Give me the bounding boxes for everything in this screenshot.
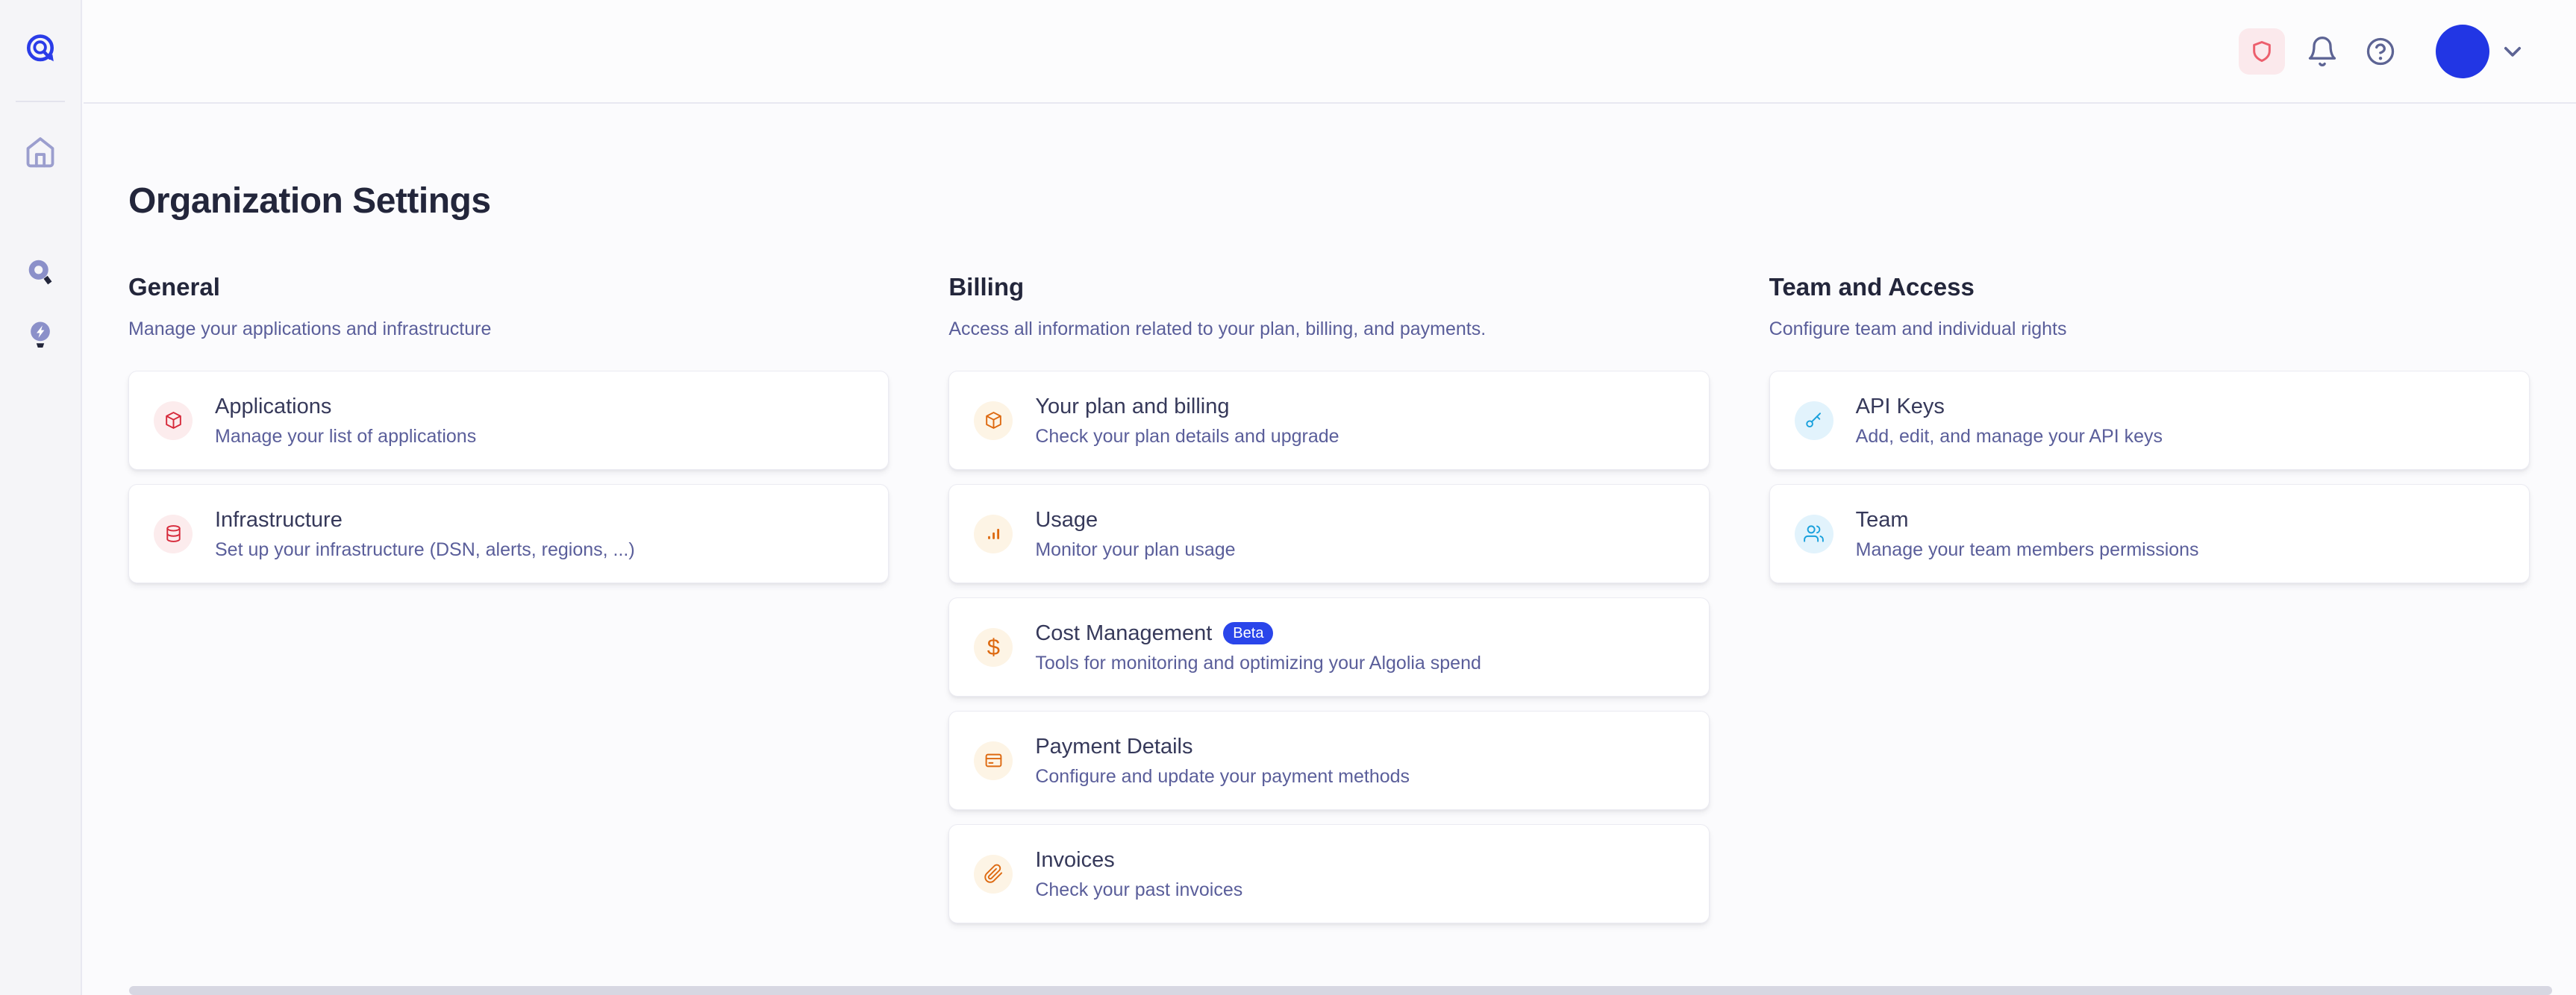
card-title: Team [1856, 506, 1909, 533]
card-subtitle: Monitor your plan usage [1035, 538, 1235, 562]
search-icon[interactable] [23, 256, 57, 290]
shield-icon [2249, 39, 2275, 64]
beta-badge: Beta [1223, 622, 1273, 644]
security-shield-button[interactable] [2239, 28, 2285, 75]
card-subtitle: Check your past invoices [1035, 878, 1242, 902]
user-avatar[interactable] [2436, 25, 2489, 78]
card-subtitle: Configure and update your payment method… [1035, 765, 1410, 788]
section-subtitle: Manage your applications and infrastruct… [128, 317, 889, 341]
team-icon [1795, 515, 1833, 553]
section-subtitle: Configure team and individual rights [1769, 317, 2530, 341]
card-cost-management[interactable]: $ Cost Management Beta Tools for monitor… [948, 597, 1709, 697]
sidebar-divider [16, 101, 65, 102]
notifications-button[interactable] [2306, 35, 2339, 68]
card-subtitle: Add, edit, and manage your API keys [1856, 424, 2163, 448]
home-icon[interactable] [23, 135, 57, 169]
page-title: Organization Settings [128, 181, 2530, 222]
card-subtitle: Set up your infrastructure (DSN, alerts,… [215, 538, 635, 562]
card-payment-details[interactable]: Payment Details Configure and update you… [948, 711, 1709, 810]
database-icon [154, 515, 193, 553]
credit-card-icon [974, 741, 1013, 780]
card-usage[interactable]: Usage Monitor your plan usage [948, 484, 1709, 583]
section-general: General Manage your applications and inf… [128, 272, 889, 583]
card-title: Cost Management [1035, 620, 1212, 647]
section-cards: API Keys Add, edit, and manage your API … [1769, 371, 2530, 583]
section-title: Billing [948, 272, 1709, 302]
section-title: General [128, 272, 889, 302]
section-cards: Applications Manage your list of applica… [128, 371, 889, 583]
bar-chart-icon [974, 515, 1013, 553]
card-subtitle: Manage your list of applications [215, 424, 476, 448]
card-title: Payment Details [1035, 733, 1192, 760]
main-content: Organization Settings General Manage you… [84, 104, 2576, 995]
help-button[interactable] [2364, 35, 2397, 68]
card-title: API Keys [1856, 393, 1945, 420]
cube-icon [974, 401, 1013, 440]
section-team-and-access: Team and Access Configure team and indiv… [1769, 272, 2530, 583]
card-api-keys[interactable]: API Keys Add, edit, and manage your API … [1769, 371, 2530, 470]
card-title: Applications [215, 393, 331, 420]
card-invoices[interactable]: Invoices Check your past invoices [948, 824, 1709, 923]
chevron-down-icon [2500, 39, 2525, 64]
section-cards: Your plan and billing Check your plan de… [948, 371, 1709, 923]
topbar [84, 0, 2576, 104]
paperclip-icon [974, 855, 1013, 894]
settings-grid: General Manage your applications and inf… [128, 272, 2530, 923]
sidebar [0, 0, 82, 995]
algolia-logo[interactable] [23, 31, 57, 66]
card-infrastructure[interactable]: Infrastructure Set up your infrastructur… [128, 484, 889, 583]
card-title: Usage [1035, 506, 1098, 533]
horizontal-scrollbar[interactable] [129, 986, 2552, 995]
section-billing: Billing Access all information related t… [948, 272, 1709, 923]
key-icon [1795, 401, 1833, 440]
section-title: Team and Access [1769, 272, 2530, 302]
card-team[interactable]: Team Manage your team members permission… [1769, 484, 2530, 583]
card-applications[interactable]: Applications Manage your list of applica… [128, 371, 889, 470]
help-circle-icon [2364, 35, 2397, 68]
section-subtitle: Access all information related to your p… [948, 317, 1709, 341]
user-menu-button[interactable] [2500, 39, 2525, 64]
bell-icon [2306, 35, 2339, 68]
card-subtitle: Tools for monitoring and optimizing your… [1035, 651, 1481, 675]
box-icon [154, 401, 193, 440]
card-title: Invoices [1035, 847, 1114, 873]
dollar-icon: $ [974, 628, 1013, 667]
card-title: Infrastructure [215, 506, 343, 533]
card-subtitle: Manage your team members permissions [1856, 538, 2199, 562]
card-subtitle: Check your plan details and upgrade [1035, 424, 1339, 448]
lightbulb-icon[interactable] [23, 318, 57, 352]
card-title: Your plan and billing [1035, 393, 1229, 420]
card-plan-and-billing[interactable]: Your plan and billing Check your plan de… [948, 371, 1709, 470]
